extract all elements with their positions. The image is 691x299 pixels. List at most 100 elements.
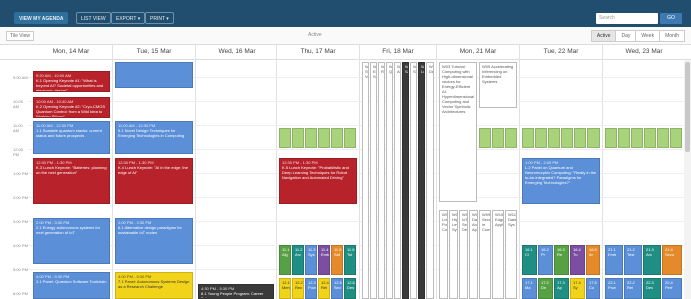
time-label: 3:00 PM: [13, 219, 28, 224]
event-tile[interactable]: 17.1 Ma: [522, 278, 537, 299]
workshop-column[interactable]: W07 IoT Sec Design: [459, 210, 468, 299]
event-lunch-keynote-5[interactable]: 12:30 PM - 1:30 PM K.5 Lunch Keynote: "P…: [279, 158, 357, 204]
event-tile[interactable]: [548, 128, 560, 148]
event-w03-tutorial[interactable]: W03 Tutorial: Computing with High-dimens…: [439, 62, 477, 202]
event-tile[interactable]: 12.2 Rec: [292, 278, 304, 299]
event-tile[interactable]: 16.4 Tu: [570, 245, 585, 275]
event-panel-l2[interactable]: 1:00 PM - 2:00 PM L.2 Panel on Quantum a…: [522, 158, 600, 204]
event-tile[interactable]: [305, 128, 317, 148]
event-tile[interactable]: [344, 128, 356, 148]
event-block[interactable]: [115, 62, 193, 88]
event-lunch-keynote-4[interactable]: 12:30 PM - 1:30 PM K.4 Lunch Keynote: "A…: [115, 158, 193, 204]
view-agenda-button[interactable]: VIEW MY AGENDA: [14, 12, 69, 24]
workshop-column[interactable]: W11 Data Sys: [505, 210, 517, 299]
list-view-button[interactable]: LIST VIEW: [76, 12, 111, 24]
event-career-fair[interactable]: 4:30 PM - 5:30 PM 8.1 Young People Progr…: [198, 284, 274, 299]
event-tile[interactable]: 12.1 Mem: [279, 278, 291, 299]
event-title: 1.1 Scalable quantum stacks: current sta…: [36, 128, 102, 138]
event-session-6-1[interactable]: 2:00 PM - 3:30 PM 6.1 Alternative design…: [115, 218, 193, 264]
event-tile[interactable]: 21.2 Test: [624, 245, 642, 275]
event-tile[interactable]: [331, 128, 343, 148]
event-tile[interactable]: [318, 128, 330, 148]
workshop-column[interactable]: W10 Edge Appl: [492, 210, 504, 299]
print-button[interactable]: PRINT ▾: [145, 12, 174, 24]
event-tile[interactable]: 21.1 Emb: [605, 245, 623, 275]
event-tile[interactable]: 22.2 Rel: [624, 278, 642, 299]
event-tile[interactable]: 11.5 Saf: [331, 245, 343, 275]
event-tile[interactable]: [574, 128, 586, 148]
workshop-column[interactable]: W08 Safety: [402, 62, 409, 299]
event-tile[interactable]: [644, 128, 656, 148]
event-tile[interactable]: 11.3 Sys: [305, 245, 317, 275]
workshop-column[interactable]: W11 Design: [426, 62, 434, 299]
event-tile[interactable]: 16.1 Cl: [522, 245, 537, 275]
export-button[interactable]: EXPORT ▾: [111, 12, 146, 24]
view-week[interactable]: Week: [635, 30, 661, 42]
event-tile[interactable]: [631, 128, 643, 148]
event-tile[interactable]: 17.4 Sy: [570, 278, 585, 299]
event-tile[interactable]: [670, 128, 682, 148]
workshop-column[interactable]: W09 Security in Comp: [479, 210, 491, 299]
event-session-2-1[interactable]: 2:00 PM - 3:30 PM 2.1 Energy autonomous …: [33, 218, 110, 264]
event-tile[interactable]: 16.5 Ar: [586, 245, 600, 275]
event-lunch-keynote-3[interactable]: 12:30 PM - 1:30 PM K.3 Lunch Keynote: "B…: [33, 158, 110, 204]
event-session-5-1[interactable]: 11:00 AM - 12:30 PM 5.1 Novel Design Tec…: [115, 121, 193, 154]
event-tile[interactable]: [279, 128, 291, 148]
event-tile[interactable]: 16.2 Pr: [538, 245, 553, 275]
workshop-column[interactable]: W04 Robot: [378, 62, 385, 299]
event-tile[interactable]: [605, 128, 617, 148]
event-tile[interactable]: [292, 128, 304, 148]
tile-view-toggle[interactable]: Tile View: [6, 31, 35, 41]
workshop-column[interactable]: W02 Emb Sys: [370, 62, 377, 299]
event-tile[interactable]: 11.1 Alg: [279, 245, 291, 275]
view-month[interactable]: Month: [659, 30, 685, 42]
event-tile[interactable]: 11.6 Tst: [344, 245, 356, 275]
event-tile[interactable]: [535, 128, 547, 148]
workshop-column[interactable]: W10 Learn: [418, 62, 425, 299]
search-input[interactable]: Search: [596, 13, 658, 24]
workshop-column[interactable]: W07 Autom: [394, 62, 401, 299]
workshop-column[interactable]: W06 High-Level Synth: [449, 210, 458, 299]
event-tile[interactable]: 21.4 Secu: [662, 245, 682, 275]
workshop-column[interactable]: W09 Secure: [410, 62, 417, 299]
event-session-1-1[interactable]: 11:00 AM - 12:30 PM 1.1 Scalable quantum…: [33, 121, 110, 154]
time-label: 11:00 AM: [13, 123, 23, 133]
view-active[interactable]: Active: [590, 30, 617, 42]
event-tile[interactable]: 16.3 Re: [554, 245, 569, 275]
time-label: 9:00 AM: [13, 75, 28, 80]
event-tile[interactable]: 17.2 De: [538, 278, 553, 299]
workshop-column[interactable]: W04 Low-Power Comp: [439, 210, 448, 299]
event-tile[interactable]: 22.4 Perf: [662, 278, 682, 299]
workshop-column[interactable]: W06 Quant: [386, 62, 393, 299]
event-tile[interactable]: 17.5 Co: [586, 278, 600, 299]
event-panel-7-1[interactable]: 4:00 PM - 5:30 PM 7.1 Panel: Autonomous …: [115, 272, 193, 299]
event-tile[interactable]: 22.3 Des: [643, 278, 661, 299]
event-tile[interactable]: 12.3 Pow: [305, 278, 317, 299]
event-tile[interactable]: 22.1 Pow: [605, 278, 623, 299]
workshop-column[interactable]: W01 Synth Verif: [362, 62, 369, 299]
event-tile[interactable]: [505, 128, 517, 148]
event-tile[interactable]: [479, 128, 491, 148]
event-tile[interactable]: 11.4 Emb: [318, 245, 330, 275]
scrollbar-thumb[interactable]: [685, 62, 690, 152]
event-tile[interactable]: [618, 128, 630, 148]
event-tile[interactable]: [587, 128, 600, 148]
event-tile[interactable]: [561, 128, 573, 148]
event-tile[interactable]: 12.6 Des: [344, 278, 356, 299]
view-switcher: Active Day Week Month: [590, 30, 685, 42]
view-day[interactable]: Day: [615, 30, 637, 42]
event-tile[interactable]: 21.3 Arc: [643, 245, 661, 275]
event-tile[interactable]: [657, 128, 669, 148]
event-tile[interactable]: 12.4 Rel: [318, 278, 330, 299]
event-panel-3-1[interactable]: 4:00 PM - 5:30 PM 3.1 Panel: Quantum Sof…: [33, 272, 110, 299]
event-tile[interactable]: [492, 128, 504, 148]
event-w05[interactable]: W05 Accelerating Inferencing on Embedded…: [479, 62, 517, 108]
event-tile[interactable]: 12.5 Sec: [331, 278, 343, 299]
event-tile[interactable]: [522, 128, 534, 148]
event-tile[interactable]: 11.2 Arc: [292, 245, 304, 275]
workshop-column[interactable]: W08 Data Analytics Appl: [469, 210, 478, 299]
event-tile[interactable]: 17.3 Ap: [554, 278, 569, 299]
go-button[interactable]: GO: [660, 13, 682, 24]
event-keynote-2[interactable]: 10:00 AM - 10:40 AM K.2 Opening Keynote …: [33, 97, 110, 118]
event-keynote-1[interactable]: 9:20 AM - 10:00 AM K.1 Opening Keynote #…: [33, 71, 110, 92]
